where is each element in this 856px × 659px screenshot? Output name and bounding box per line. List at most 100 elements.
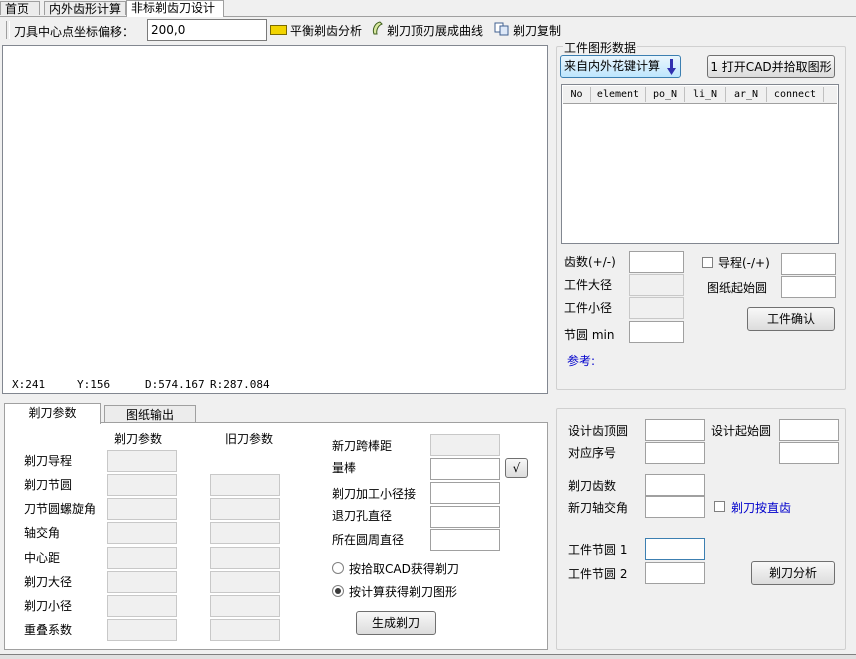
element-table[interactable]: No element po_N li_N ar_N connect bbox=[561, 84, 839, 244]
machining-minor-label: 剃刀加工小径接 bbox=[332, 487, 417, 501]
new-pitch-circle-field bbox=[107, 474, 177, 496]
relief-hole-input[interactable] bbox=[430, 506, 500, 528]
radio-calc-shape-label: 按计算获得剃刀图形 bbox=[349, 585, 458, 599]
straight-tooth-label: 剃刀按直齿 bbox=[731, 501, 792, 515]
circle-diameter-label: 所在圆周直径 bbox=[332, 533, 405, 547]
row-label-overlap-factor: 重叠系数 bbox=[24, 623, 73, 637]
old-major-diameter-field bbox=[210, 571, 280, 593]
balance-shaving-button[interactable]: 平衡剃齿分析 bbox=[270, 22, 362, 38]
corresponding-seq-input-2[interactable] bbox=[779, 442, 839, 464]
copy-icon bbox=[494, 22, 510, 39]
rod-check-button[interactable]: √ bbox=[505, 458, 528, 478]
cutter-analyze-button[interactable]: 剃刀分析 bbox=[751, 561, 835, 585]
major-diameter-field bbox=[629, 274, 684, 296]
corresponding-seq-input[interactable] bbox=[645, 442, 705, 464]
col-ar-n: ar_N bbox=[726, 87, 767, 102]
workpiece-group-title: 工件图形数据 bbox=[563, 39, 638, 56]
tab-gear-profile-calc-label: 内外齿形计算 bbox=[49, 2, 122, 16]
cursor-x-readout: X:241 bbox=[12, 378, 46, 391]
from-spline-button[interactable]: 来自内外花键计算 bbox=[560, 55, 681, 78]
pitch-min-input[interactable] bbox=[629, 321, 684, 343]
row-label-shaft-angle: 轴交角 bbox=[24, 526, 61, 540]
open-cad-label: 1 打开CAD并拾取图形 bbox=[710, 60, 832, 74]
new-shaft-angle-field bbox=[107, 522, 177, 544]
rod-label: 量棒 bbox=[332, 461, 357, 475]
status-bar bbox=[0, 654, 856, 659]
copy-cutter-button[interactable]: 剃刀复制 bbox=[494, 22, 561, 38]
tab-cutter-params[interactable]: 剃刀参数 bbox=[4, 403, 101, 424]
drawing-start-circle-input[interactable] bbox=[781, 276, 836, 298]
balance-shaving-label: 平衡剃齿分析 bbox=[290, 23, 363, 38]
workpiece-confirm-button[interactable]: 工件确认 bbox=[747, 307, 835, 331]
machining-minor-input[interactable] bbox=[430, 482, 500, 504]
work-pitch-1-input[interactable] bbox=[645, 538, 705, 560]
drawing-start-circle-label: 图纸起始圆 bbox=[707, 281, 768, 295]
cutter-teeth-input[interactable] bbox=[645, 474, 705, 496]
tab-drawing-output[interactable]: 图纸输出 bbox=[104, 405, 196, 423]
tab-cutter-params-label: 剃刀参数 bbox=[28, 406, 77, 420]
tab-nonstandard-shaver-design-label: 非标剃齿刀设计 bbox=[131, 1, 216, 15]
col-po-n: po_N bbox=[646, 87, 685, 102]
span-distance-label: 新刀跨棒距 bbox=[332, 439, 393, 453]
minor-diameter-field bbox=[629, 297, 684, 319]
col-old-params-header: 旧刀参数 bbox=[225, 432, 274, 446]
rod-input[interactable] bbox=[430, 458, 500, 480]
major-diameter-label: 工件大径 bbox=[564, 278, 613, 292]
design-tip-circle-label: 设计齿顶圆 bbox=[568, 424, 629, 438]
col-new-params-header: 剃刀参数 bbox=[114, 432, 163, 446]
work-pitch-2-input[interactable] bbox=[645, 562, 705, 584]
row-label-lead: 剃刀导程 bbox=[24, 454, 73, 468]
main-tab-strip: 首页 内外齿形计算 非标剃齿刀设计 bbox=[0, 0, 856, 17]
row-label-center-distance: 中心距 bbox=[24, 551, 61, 565]
design-tip-circle-input[interactable] bbox=[645, 419, 705, 441]
balance-icon bbox=[270, 25, 287, 35]
tip-curve-button[interactable]: 剃刀顶刃展成曲线 bbox=[371, 21, 484, 38]
design-start-circle-label: 设计起始圆 bbox=[711, 424, 772, 438]
tip-curve-label: 剃刀顶刃展成曲线 bbox=[387, 23, 484, 38]
generate-cutter-label: 生成剃刀 bbox=[371, 616, 420, 630]
radio-calc-shape[interactable] bbox=[332, 585, 344, 597]
span-distance-field bbox=[430, 434, 500, 456]
old-pitch-circle-field bbox=[210, 474, 280, 496]
new-helix-angle-field bbox=[107, 498, 177, 520]
circle-diameter-input[interactable] bbox=[430, 529, 500, 551]
from-spline-label: 来自内外花键计算 bbox=[564, 59, 661, 73]
row-label-major-diameter: 剃刀大径 bbox=[24, 575, 73, 589]
cutter-teeth-label: 剃刀齿数 bbox=[568, 479, 617, 493]
row-label-minor-diameter: 剃刀小径 bbox=[24, 599, 73, 613]
copy-cutter-label: 剃刀复制 bbox=[513, 23, 562, 38]
new-overlap-factor-field bbox=[107, 619, 177, 641]
lead-label: 导程(-/+) bbox=[718, 256, 770, 270]
tab-home[interactable]: 首页 bbox=[0, 1, 40, 16]
work-pitch-1-label: 工件节圆 1 bbox=[568, 543, 628, 557]
tab-drawing-output-label: 图纸输出 bbox=[125, 408, 174, 422]
toolbar: 刀具中心点坐标偏移： 平衡剃齿分析 剃刀顶刃展成曲线 剃刀复制 bbox=[0, 17, 856, 45]
open-cad-button[interactable]: 1 打开CAD并拾取图形 bbox=[707, 55, 835, 78]
generate-cutter-button[interactable]: 生成剃刀 bbox=[356, 611, 436, 635]
offset-input[interactable] bbox=[147, 19, 267, 41]
tab-gear-profile-calc[interactable]: 内外齿形计算 bbox=[44, 1, 126, 16]
lead-checkbox[interactable] bbox=[702, 257, 713, 268]
row-label-helix-angle: 刀节圆螺旋角 bbox=[24, 502, 97, 516]
new-lead-field bbox=[107, 450, 177, 472]
reference-label: 参考: bbox=[567, 354, 596, 368]
check-icon: √ bbox=[512, 461, 521, 475]
old-overlap-factor-field bbox=[210, 619, 280, 641]
old-minor-diameter-field bbox=[210, 595, 280, 617]
design-start-circle-input[interactable] bbox=[779, 419, 839, 441]
straight-tooth-checkbox[interactable] bbox=[714, 501, 725, 512]
new-axis-angle-input[interactable] bbox=[645, 496, 705, 518]
cursor-y-readout: Y:156 bbox=[77, 378, 111, 391]
teeth-input[interactable] bbox=[629, 251, 684, 273]
minor-diameter-label: 工件小径 bbox=[564, 301, 613, 315]
tab-home-label: 首页 bbox=[5, 2, 30, 16]
toolbar-grip bbox=[6, 21, 10, 39]
lead-input[interactable] bbox=[781, 253, 836, 275]
radio-pick-cad[interactable] bbox=[332, 562, 344, 574]
drawing-canvas[interactable]: X:241 Y:156 D:574.167 R:287.084 bbox=[2, 45, 548, 394]
new-major-diameter-field bbox=[107, 571, 177, 593]
col-li-n: li_N bbox=[685, 87, 726, 102]
tab-nonstandard-shaver-design[interactable]: 非标剃齿刀设计 bbox=[126, 0, 224, 17]
new-center-distance-field bbox=[107, 547, 177, 569]
new-axis-angle-label: 新刀轴交角 bbox=[568, 501, 629, 515]
